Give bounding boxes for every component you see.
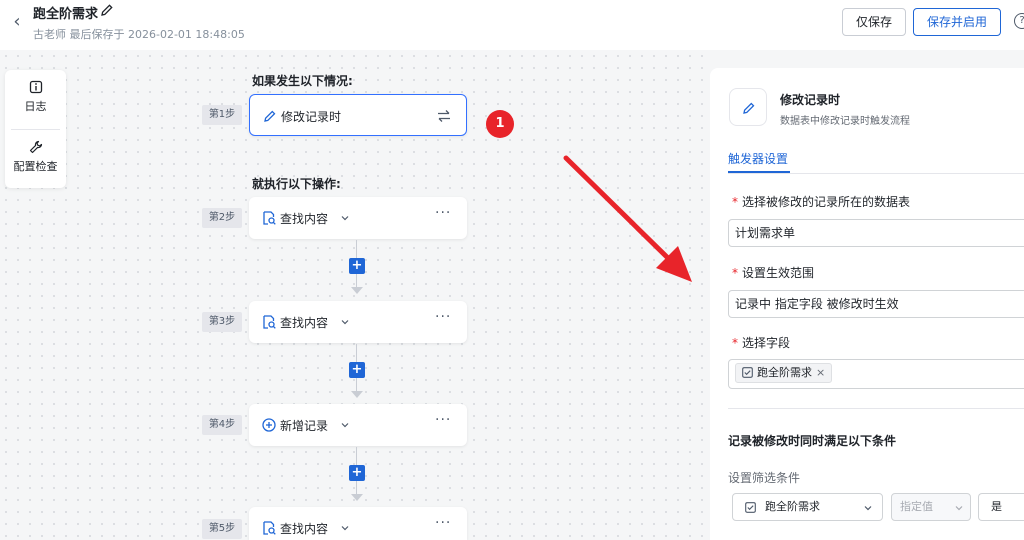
flow-node-step-3[interactable]: 查找内容 ···: [249, 301, 467, 343]
search-record-icon: [263, 315, 276, 329]
add-step-button[interactable]: +: [349, 258, 365, 274]
action-heading: 就执行以下操作:: [252, 177, 341, 191]
node-label: 查找内容: [280, 316, 329, 330]
more-options-icon[interactable]: ···: [435, 515, 451, 531]
step-tag: 第1步: [202, 105, 242, 125]
trigger-heading: 如果发生以下情况:: [252, 74, 353, 88]
flow-node-step-2[interactable]: 查找内容 ···: [249, 197, 467, 239]
config-check-button[interactable]: 配置检查: [5, 130, 66, 186]
last-saved-info: 古老师 最后保存于 2026-02-01 18:48:05: [33, 28, 245, 41]
chevron-down-icon: [864, 506, 872, 511]
chevron-down-icon[interactable]: [340, 420, 350, 430]
wrench-icon: [29, 140, 42, 154]
step-tag: 第2步: [202, 208, 242, 228]
help-icon[interactable]: ?: [1014, 13, 1024, 29]
search-record-icon: [263, 521, 276, 535]
node-label: 查找内容: [280, 212, 329, 226]
field-label-scope: * 设置生效范围: [732, 264, 814, 281]
selected-field-chip: 跑全阶需求 ×: [735, 363, 833, 383]
required-mark: *: [732, 336, 738, 350]
pencil-icon: [264, 110, 276, 122]
condition-operator-placeholder: 指定值: [900, 500, 933, 513]
panel-description: 数据表中修改记录时触发流程: [780, 116, 910, 127]
checkbox-field-icon: [745, 502, 756, 513]
chevron-down-icon[interactable]: [340, 523, 350, 533]
back-chevron-icon[interactable]: ‹: [8, 11, 26, 33]
field-label-table: * 选择被修改的记录所在的数据表: [732, 193, 910, 210]
flow-node-trigger[interactable]: 修改记录时: [249, 94, 467, 136]
connector-line: [356, 481, 357, 495]
field-label-field: * 选择字段: [732, 334, 790, 351]
condition-title: 记录被修改时同时满足以下条件: [728, 434, 897, 448]
flow-node-step-5[interactable]: 查找内容 ···: [249, 507, 467, 540]
condition-subtitle: 设置筛选条件: [728, 471, 801, 485]
tab-trigger-settings[interactable]: 触发器设置: [728, 150, 788, 167]
add-circle-icon: [262, 418, 276, 432]
save-only-button[interactable]: 仅保存: [842, 8, 906, 36]
search-record-icon: [263, 211, 276, 225]
more-options-icon[interactable]: ···: [435, 205, 451, 221]
connector-line: [356, 240, 357, 258]
edit-title-pencil-icon[interactable]: [100, 3, 114, 17]
log-label: 日志: [24, 100, 47, 113]
checkbox-field-icon: [742, 367, 753, 378]
add-step-button[interactable]: +: [349, 362, 365, 378]
add-step-button[interactable]: +: [349, 465, 365, 481]
info-log-icon: [29, 80, 42, 94]
node-label: 新增记录: [280, 419, 329, 433]
pencil-icon: [743, 102, 755, 114]
annotation-arrow: [563, 155, 692, 282]
config-check-label: 配置检查: [13, 160, 58, 173]
trigger-settings-panel: 修改记录时 数据表中修改记录时触发流程 触发器设置 * 选择被修改的记录所在的数据…: [710, 68, 1024, 540]
trigger-icon-box: [729, 88, 767, 126]
swap-arrows-icon[interactable]: [436, 108, 452, 124]
flow-node-step-4[interactable]: 新增记录 ···: [249, 404, 467, 446]
field-multiselect[interactable]: 跑全阶需求 ×: [728, 359, 1024, 389]
chevron-down-icon: [955, 506, 963, 511]
condition-value: 是: [991, 500, 1002, 513]
node-label: 修改记录时: [281, 110, 342, 124]
chevron-down-icon[interactable]: [340, 317, 350, 327]
log-button[interactable]: 日志: [5, 70, 66, 126]
more-options-icon[interactable]: ···: [435, 412, 451, 428]
table-select[interactable]: 计划需求单: [728, 219, 1024, 247]
canvas-toolbox: 日志 配置检查: [5, 70, 66, 188]
tab-bar-divider: [728, 173, 1024, 174]
scope-select[interactable]: 记录中 指定字段 被修改时生效: [728, 290, 1024, 318]
field-label-text: 选择字段: [742, 336, 791, 350]
chevron-down-icon[interactable]: [340, 213, 350, 223]
condition-value-select[interactable]: 是: [978, 493, 1024, 521]
step-tag: 第3步: [202, 312, 242, 332]
panel-title: 修改记录时: [780, 93, 841, 107]
annotation-badge: 1: [486, 110, 514, 138]
required-mark: *: [732, 266, 738, 280]
connector-line: [356, 378, 357, 392]
connector-line: [356, 447, 357, 465]
page-title: 跑全阶需求: [33, 7, 99, 22]
section-divider: [728, 408, 1024, 409]
more-options-icon[interactable]: ···: [435, 309, 451, 325]
step-tag: 第5步: [202, 519, 242, 539]
node-label: 查找内容: [280, 522, 329, 536]
condition-field-value: 跑全阶需求: [765, 500, 820, 513]
condition-field-select[interactable]: 跑全阶需求: [732, 493, 883, 521]
connector-arrow: [351, 391, 363, 398]
top-header: ‹ 跑全阶需求 古老师 最后保存于 2026-02-01 18:48:05 仅保…: [0, 0, 1024, 50]
connector-arrow: [351, 287, 363, 294]
remove-chip-icon[interactable]: ×: [816, 366, 825, 379]
connector-line: [356, 344, 357, 362]
save-and-enable-button[interactable]: 保存并启用: [913, 8, 1001, 36]
connector-arrow: [351, 494, 363, 501]
connector-line: [356, 274, 357, 288]
chip-label: 跑全阶需求: [757, 366, 812, 379]
required-mark: *: [732, 195, 738, 209]
field-label-text: 设置生效范围: [742, 266, 815, 280]
step-tag: 第4步: [202, 415, 242, 435]
condition-operator-select[interactable]: 指定值: [891, 493, 971, 521]
field-label-text: 选择被修改的记录所在的数据表: [742, 195, 911, 209]
